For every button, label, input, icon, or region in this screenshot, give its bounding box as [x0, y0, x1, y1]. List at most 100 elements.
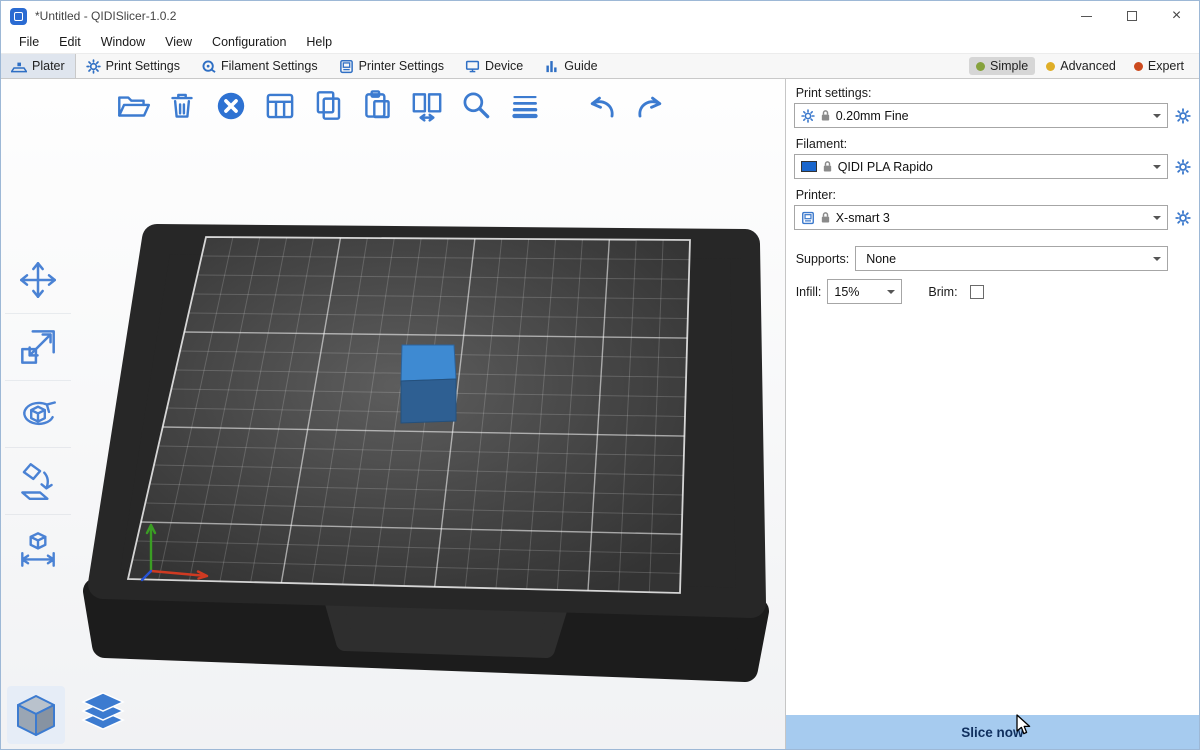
infill-value: 15% — [834, 285, 876, 299]
arrange-button[interactable] — [260, 86, 300, 126]
place-on-face-tool-button[interactable] — [5, 448, 71, 515]
variable-layer-height-button[interactable] — [505, 86, 545, 126]
mode-expert[interactable]: Expert — [1127, 57, 1191, 75]
dropdown-chevron-icon — [1147, 104, 1167, 127]
paste-button[interactable] — [358, 86, 398, 126]
gizmo-toolbar — [5, 247, 71, 582]
redo-icon — [631, 87, 669, 125]
expert-mode-dot-icon — [1134, 62, 1143, 71]
minimize-button[interactable] — [1064, 1, 1109, 31]
gear-icon — [86, 59, 101, 74]
open-folder-icon — [114, 87, 152, 125]
advanced-mode-dot-icon — [1046, 62, 1055, 71]
copy-icon — [310, 87, 348, 125]
3d-viewport[interactable] — [1, 79, 785, 749]
settings-sidebar: Print settings: 0.20mm Fine Filament: QI… — [785, 79, 1199, 749]
tab-printer-settings[interactable]: Printer Settings — [329, 54, 455, 78]
delete-button[interactable] — [162, 86, 202, 126]
menu-file[interactable]: File — [9, 33, 49, 51]
scale-tool-button[interactable] — [5, 314, 71, 381]
edit-filament-button[interactable] — [1173, 156, 1193, 178]
tab-label: Printer Settings — [359, 59, 444, 73]
tab-label: Guide — [564, 59, 597, 73]
infill-label: Infill: — [796, 285, 822, 299]
supports-value: None — [862, 252, 1142, 266]
supports-select[interactable]: None — [855, 246, 1168, 271]
move-tool-button[interactable] — [5, 247, 71, 314]
printer-label: Printer: — [796, 188, 1189, 202]
scale-icon — [15, 324, 61, 370]
gear-icon — [1175, 159, 1191, 175]
instances-button[interactable] — [407, 86, 447, 126]
print-settings-label: Print settings: — [796, 86, 1189, 100]
menu-help[interactable]: Help — [296, 33, 342, 51]
printer-value: X-smart 3 — [836, 211, 1142, 225]
tab-label: Filament Settings — [221, 59, 318, 73]
printer-select[interactable]: X-smart 3 — [794, 205, 1168, 230]
maximize-button[interactable] — [1109, 1, 1154, 31]
menu-edit[interactable]: Edit — [49, 33, 91, 51]
brim-checkbox[interactable] — [970, 285, 984, 299]
build-plate — [96, 237, 756, 669]
mode-label: Expert — [1148, 59, 1184, 73]
gear-icon — [1175, 210, 1191, 226]
lock-icon — [820, 109, 831, 122]
dropdown-chevron-icon — [1147, 206, 1167, 229]
window-controls: × — [1064, 1, 1199, 31]
window-title: *Untitled - QIDISlicer-1.0.2 — [35, 9, 176, 23]
search-button[interactable] — [456, 86, 496, 126]
edit-printer-button[interactable] — [1173, 207, 1193, 229]
menu-configuration[interactable]: Configuration — [202, 33, 296, 51]
layers-view-button[interactable] — [74, 686, 132, 744]
model-object[interactable] — [401, 345, 456, 423]
scene-canvas[interactable] — [1, 79, 785, 749]
tab-filament-settings[interactable]: Filament Settings — [191, 54, 329, 78]
3d-view-button[interactable] — [7, 686, 65, 744]
delete-all-button[interactable] — [211, 86, 251, 126]
measure-icon — [15, 526, 61, 572]
slice-now-button[interactable]: Slice now — [786, 715, 1199, 749]
layers-view-icon — [77, 689, 129, 741]
filament-value: QIDI PLA Rapido — [838, 160, 1142, 174]
tab-device[interactable]: Device — [455, 54, 534, 78]
measure-tool-button[interactable] — [5, 515, 71, 582]
mode-label: Simple — [990, 59, 1028, 73]
place-on-face-icon — [15, 458, 61, 504]
menu-window[interactable]: Window — [91, 33, 155, 51]
rotate-icon — [15, 391, 61, 437]
infill-select[interactable]: 15% — [827, 279, 902, 304]
app-window: *Untitled - QIDISlicer-1.0.2 × File Edit… — [0, 0, 1200, 750]
mode-simple[interactable]: Simple — [969, 57, 1035, 75]
tab-guide[interactable]: Guide — [534, 54, 608, 78]
menu-view[interactable]: View — [155, 33, 202, 51]
supports-label: Supports: — [796, 252, 850, 266]
printer-icon — [801, 211, 815, 225]
filament-color-swatch — [801, 161, 817, 172]
rotate-tool-button[interactable] — [5, 381, 71, 448]
view-switcher — [7, 686, 132, 744]
mode-advanced[interactable]: Advanced — [1039, 57, 1123, 75]
tab-print-settings[interactable]: Print Settings — [76, 54, 191, 78]
undo-icon — [583, 87, 621, 125]
redo-button[interactable] — [630, 86, 670, 126]
app-logo-icon — [10, 8, 27, 25]
close-button[interactable]: × — [1154, 1, 1199, 31]
menu-bar: File Edit Window View Configuration Help — [1, 31, 1199, 53]
tab-label: Print Settings — [106, 59, 180, 73]
delete-all-icon — [212, 87, 250, 125]
filament-select[interactable]: QIDI PLA Rapido — [794, 154, 1168, 179]
print-settings-select[interactable]: 0.20mm Fine — [794, 103, 1168, 128]
minimize-icon — [1081, 16, 1092, 17]
3d-view-icon — [10, 689, 62, 741]
arrange-icon — [261, 87, 299, 125]
edit-print-settings-button[interactable] — [1173, 105, 1193, 127]
print-settings-value: 0.20mm Fine — [836, 109, 1142, 123]
lock-icon — [822, 160, 833, 173]
undo-button[interactable] — [582, 86, 622, 126]
open-file-button[interactable] — [113, 86, 153, 126]
tab-plater[interactable]: Plater — [1, 54, 76, 78]
copy-button[interactable] — [309, 86, 349, 126]
close-icon: × — [1172, 8, 1181, 24]
guide-icon — [544, 59, 559, 74]
delete-icon — [163, 87, 201, 125]
